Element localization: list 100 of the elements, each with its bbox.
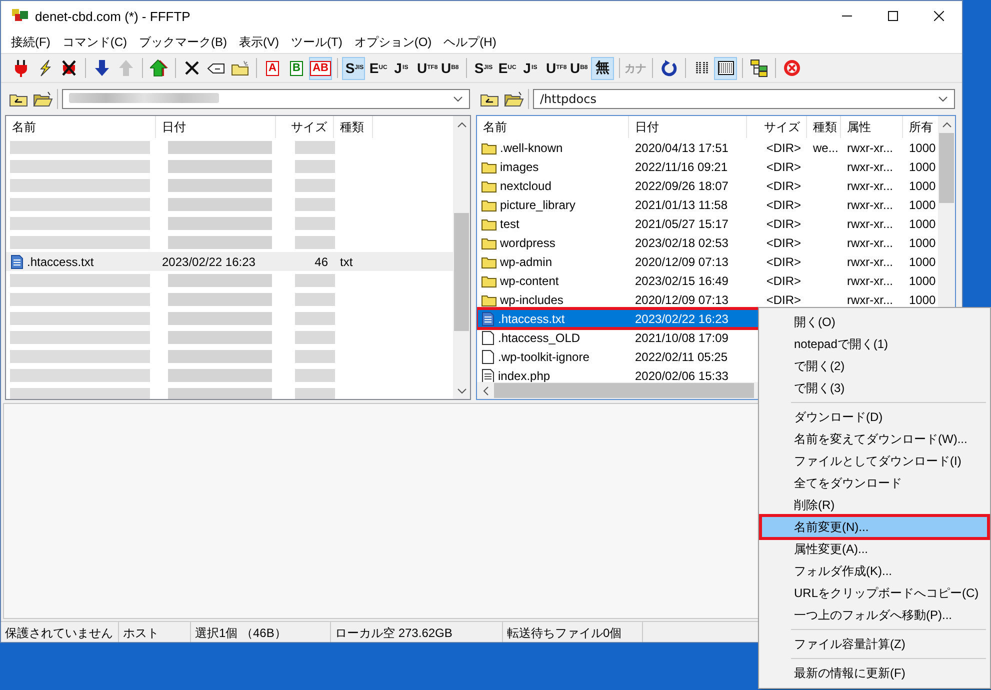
menu-item[interactable]: ダウンロード(D)	[761, 406, 988, 428]
file-name: nextcloud	[500, 178, 552, 192]
details-view-icon	[716, 60, 734, 76]
open-folder-button[interactable]	[504, 90, 524, 106]
menu-item[interactable]: URLをクリップボードへコピー(C)	[761, 582, 988, 604]
table-cell-text: rwxr-xr...	[846, 292, 894, 306]
chevron-up-icon	[456, 122, 466, 128]
toolbar-button[interactable]: A	[261, 56, 284, 80]
refresh-icon	[660, 59, 676, 77]
column-header[interactable]: 種類	[334, 116, 373, 138]
menu-item[interactable]: ブックマーク(B)	[133, 34, 233, 50]
status-text: 選択1個 （46B）	[191, 622, 331, 642]
folder-icon	[481, 160, 497, 174]
status-text: ホスト	[119, 622, 191, 642]
table-cell-text: rwxr-xr...	[846, 236, 894, 250]
table-cell-text: 2023/02/22 16:23	[634, 312, 730, 326]
file-row[interactable]: wp-includes 2020/12/09 07:13 <DIR> rwxr-xr... 1000	[477, 290, 938, 309]
file-icon	[481, 348, 495, 364]
folder-icon	[481, 198, 497, 212]
menu-item[interactable]: で開く(3)	[761, 377, 988, 399]
file-name: .htaccess.txt	[27, 254, 94, 268]
file-name: images	[500, 160, 539, 174]
table-cell-text: <DIR>	[765, 274, 802, 288]
column-header[interactable]: 名前	[477, 116, 629, 138]
window-title: denet-cbd.com (*) - FFFTP	[35, 8, 192, 24]
column-header[interactable]: 種類	[807, 116, 841, 138]
menu-item[interactable]: 名前を変えてダウンロード(W)...	[761, 428, 988, 450]
menu-item[interactable]: ファイル容量計算(Z)	[761, 633, 988, 655]
column-header[interactable]: 名前	[6, 116, 156, 138]
menu-item[interactable]: コマンド(C)	[56, 34, 133, 50]
file-row[interactable]: .htaccess.txt 2023/02/22 16:23 46 txt	[6, 252, 453, 271]
menu-item[interactable]: フォルダ作成(K)...	[761, 560, 988, 582]
table-cell-text: 2023/02/18 02:53	[634, 236, 730, 250]
down-arrow-icon	[94, 59, 110, 77]
folder-icon	[481, 236, 497, 250]
table-cell-text: 2023/02/22 16:23	[161, 254, 256, 268]
toolbar-button[interactable]: AB	[309, 56, 332, 80]
menu-item[interactable]: 接続(F)	[5, 34, 56, 50]
table-cell-text: 2020/04/13 17:51	[634, 140, 730, 154]
menu-item[interactable]: ツール(T)	[285, 34, 348, 50]
maximize-icon	[888, 11, 898, 21]
status-text: 転送待ちファイル0個	[503, 622, 643, 642]
menu-item[interactable]: 最新の情報に更新(F)	[761, 662, 988, 684]
menu-item[interactable]: 属性変更(A)...	[761, 538, 988, 560]
path-field[interactable]: /httpdocs	[533, 88, 955, 108]
toolbar-button[interactable]	[147, 56, 170, 80]
file-row[interactable]: wp-admin 2020/12/09 07:13 <DIR> rwxr-xr... 1000	[477, 252, 938, 271]
menu-item[interactable]: notepadで開く(1)	[761, 333, 988, 355]
column-header[interactable]: 日付	[629, 116, 747, 138]
table-cell-text: 1000	[908, 254, 937, 268]
file-row[interactable]: images 2022/11/16 09:21 <DIR> rwxr-xr... 1000	[477, 157, 938, 176]
table-cell-text: <DIR>	[765, 254, 802, 268]
column-header[interactable]: サイズ	[276, 116, 334, 138]
table-cell-text: rwxr-xr...	[846, 178, 894, 192]
file-name: picture_library	[500, 198, 576, 212]
table-cell-text: <DIR>	[765, 198, 802, 212]
table-cell-text: rwxr-xr...	[846, 160, 894, 174]
chevron-down-icon	[938, 96, 948, 102]
menu-item[interactable]: 一つ上のフォルダへ移動(P)...	[761, 604, 988, 626]
file-row[interactable]: wp-content 2023/02/15 16:49 <DIR> rwxr-xr... 1000	[477, 271, 938, 290]
path-field[interactable]	[62, 88, 470, 108]
menu-item[interactable]: で開く(2)	[761, 355, 988, 377]
chevron-down-icon	[456, 388, 466, 394]
file-row[interactable]: .well-known 2020/04/13 17:51 <DIR> we... rwxr-xr... 1000	[477, 138, 938, 157]
file-name: wordpress	[500, 236, 556, 250]
file-name: wp-content	[500, 274, 559, 288]
table-cell-text: 2021/05/27 15:17	[634, 216, 730, 230]
folder-icon	[481, 292, 497, 306]
up-arrow-icon	[118, 59, 134, 77]
column-header[interactable]: サイズ	[747, 116, 807, 138]
menu-item[interactable]: 削除(R)	[761, 494, 988, 516]
text-file-icon	[10, 254, 24, 270]
table-cell-text: 2020/02/06 15:33	[634, 368, 730, 382]
toolbar-button[interactable]	[714, 56, 737, 80]
toolbar-button[interactable]: B	[285, 56, 308, 80]
menu-item[interactable]: ヘルプ(H)	[438, 34, 502, 50]
table-cell-text: <DIR>	[765, 292, 802, 306]
file-row[interactable]: nextcloud 2022/09/26 18:07 <DIR> rwxr-xr... 1000	[477, 176, 938, 195]
file-row[interactable]: picture_library 2021/01/13 11:58 <DIR> rwxr-xr... 1000	[477, 195, 938, 214]
toolbar-button[interactable]: 無	[591, 56, 614, 80]
table-cell-text: rwxr-xr...	[846, 274, 894, 288]
close-icon	[934, 11, 944, 21]
menu-item[interactable]: オプション(O)	[348, 34, 438, 50]
file-row[interactable]: test 2021/05/27 15:17 <DIR> rwxr-xr... 1000	[477, 214, 938, 233]
file-name: .htaccess_OLD	[498, 330, 580, 344]
delete-icon	[184, 60, 200, 76]
table-cell-text: 2022/09/26 18:07	[634, 178, 730, 192]
open-folder-button[interactable]	[33, 90, 53, 106]
file-name: wp-includes	[500, 292, 564, 306]
vertical-scrollbar[interactable]	[453, 116, 470, 399]
column-header[interactable]: 属性	[841, 116, 903, 138]
menu-item[interactable]: 全てをダウンロード	[761, 472, 988, 494]
table-cell-text: rwxr-xr...	[846, 216, 894, 230]
menu-item[interactable]: 名前変更(N)...	[761, 516, 988, 538]
menu-item[interactable]: ファイルとしてダウンロード(I)	[761, 450, 988, 472]
open-folder-icon	[33, 90, 53, 106]
file-row[interactable]: wordpress 2023/02/18 02:53 <DIR> rwxr-xr... 1000	[477, 233, 938, 252]
chevron-left-icon	[482, 386, 488, 396]
menu-item[interactable]: 表示(V)	[233, 34, 285, 50]
column-header[interactable]: 日付	[156, 116, 276, 138]
